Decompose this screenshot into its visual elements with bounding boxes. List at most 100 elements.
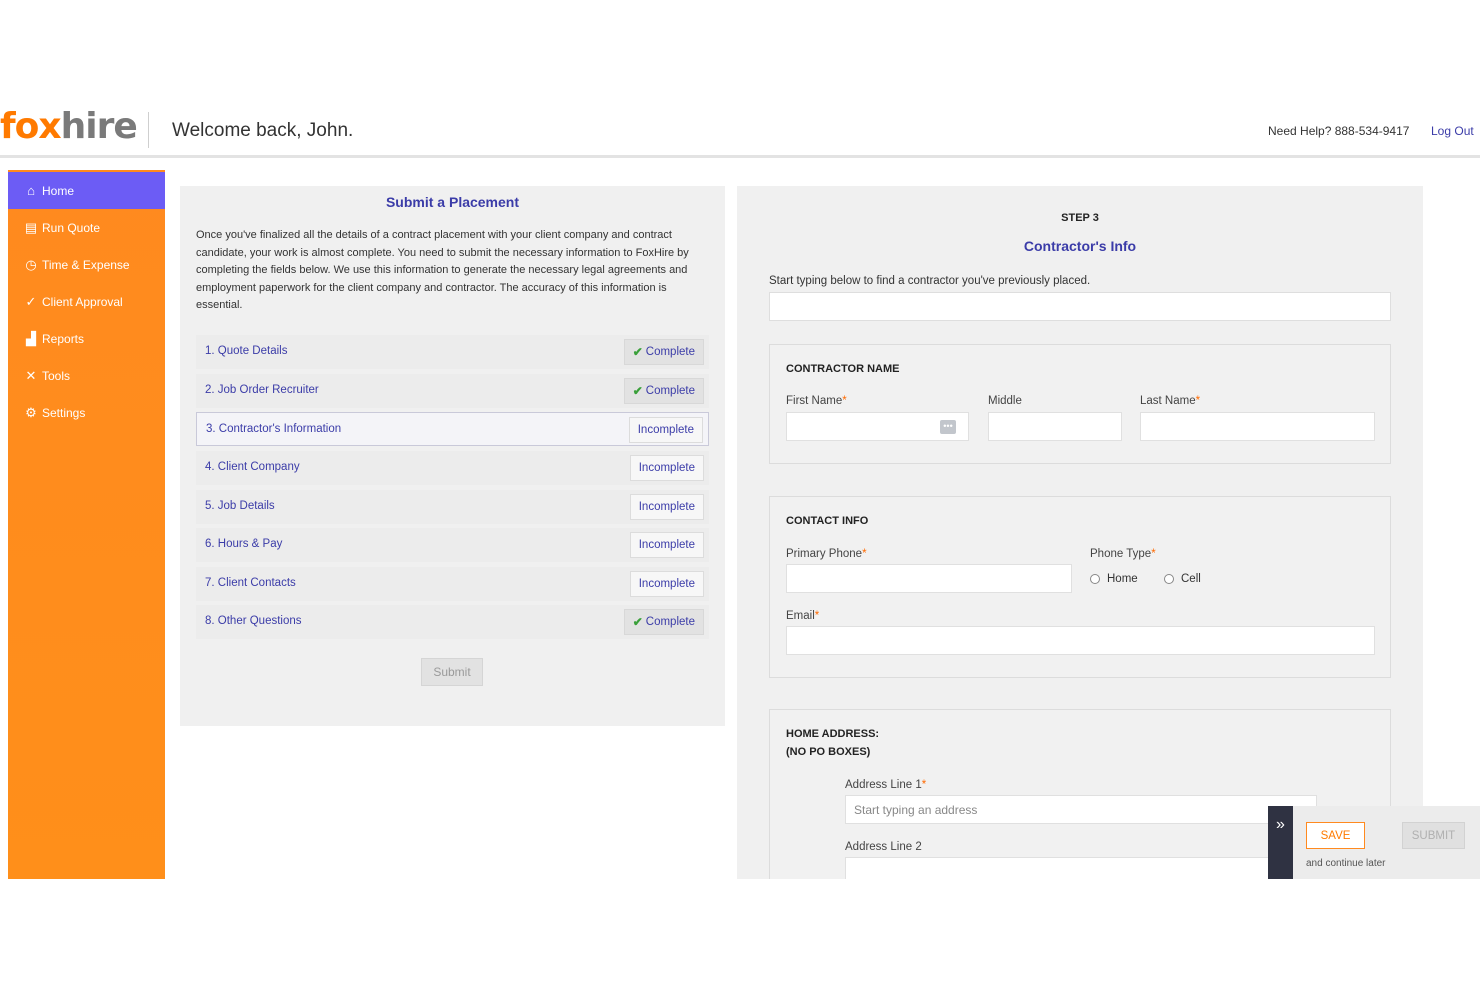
gear-icon: ⚙ xyxy=(25,404,37,420)
sidebar-item-label: Settings xyxy=(42,405,86,420)
status-text: Complete xyxy=(645,385,695,397)
first-name-label: First Name* xyxy=(786,395,847,407)
contact-info-section: CONTACT INFO Primary Phone* Phone Type* … xyxy=(769,496,1391,678)
first-name-field[interactable]: ••• xyxy=(786,412,969,441)
address-line1-field[interactable]: Start typing an address xyxy=(845,795,1317,824)
required-mark: * xyxy=(814,610,820,622)
step-label: 3. Contractor's Information xyxy=(206,423,342,435)
check-icon: ✓ xyxy=(25,293,37,309)
step-title: Contractor's Info xyxy=(1023,238,1137,254)
sidebar-item-reports[interactable]: ▟ Reports xyxy=(8,320,165,357)
phone-type-home-radio[interactable]: Home xyxy=(1090,573,1138,585)
step-row-other-questions[interactable]: 8. Other Questions ✔ Complete xyxy=(196,605,709,639)
sidebar-item-run-quote[interactable]: ▤ Run Quote xyxy=(8,209,165,246)
step-label: 1. Quote Details xyxy=(205,345,288,357)
status-text: Complete xyxy=(645,616,695,628)
email-label: Email* xyxy=(786,610,819,622)
phone-type-cell-radio[interactable]: Cell xyxy=(1164,573,1201,585)
logo-fox-text: fox xyxy=(0,106,62,147)
sidebar-item-label: Time & Expense xyxy=(42,257,130,272)
section-subtitle: (NO PO BOXES) xyxy=(786,746,871,758)
contractor-search-hint: Start typing below to find a contractor … xyxy=(769,275,1091,287)
last-name-field[interactable] xyxy=(1140,412,1375,441)
help-phone: Need Help? 888-534-9417 xyxy=(1268,124,1410,138)
bar-chart-icon: ▟ xyxy=(26,330,36,346)
sidebar-item-label: Tools xyxy=(42,368,71,383)
sidebar-item-settings[interactable]: ⚙ Settings xyxy=(8,394,165,431)
sidebar-item-home[interactable]: ⌂ Home xyxy=(8,172,165,209)
step-row-client-contacts[interactable]: 7. Client Contacts Incomplete xyxy=(196,567,709,601)
email-field[interactable] xyxy=(786,626,1375,655)
primary-phone-field[interactable] xyxy=(786,564,1072,593)
phone-type-label-text: Phone Type xyxy=(1090,548,1152,560)
required-mark: * xyxy=(1151,548,1156,560)
section-title: HOME ADDRESS: xyxy=(786,728,880,740)
address-line1-label-text: Address Line 1 xyxy=(845,779,922,791)
step-row-quote-details[interactable]: 1. Quote Details ✔ Complete xyxy=(196,335,709,369)
sidebar: ⌂ Home ▤ Run Quote ◷ Time & Expense ✓ Cl… xyxy=(8,170,165,879)
phone-type-label: Phone Type* xyxy=(1090,548,1156,560)
checkmark-icon: ✔ xyxy=(632,615,643,629)
step-label: 7. Client Contacts xyxy=(205,577,296,589)
primary-phone-label-text: Primary Phone xyxy=(786,548,863,560)
contractor-info-panel: STEP 3 Contractor's Info Start typing be… xyxy=(737,186,1423,879)
contractor-name-section: CONTRACTOR NAME First Name* ••• Middle L… xyxy=(769,344,1391,464)
step-label: 2. Job Order Recruiter xyxy=(205,384,319,396)
floating-save-bar: » SAVE SUBMIT and continue later xyxy=(1268,806,1480,879)
step-label: 8. Other Questions xyxy=(205,615,302,627)
panel-title: Submit a Placement xyxy=(385,194,520,210)
sidebar-item-client-approval[interactable]: ✓ Client Approval xyxy=(8,283,165,320)
step-number: STEP 3 xyxy=(1061,212,1099,224)
more-options-icon[interactable]: ••• xyxy=(940,420,956,434)
sidebar-item-tools[interactable]: ✕ Tools xyxy=(8,357,165,394)
logout-link[interactable]: Log Out xyxy=(1431,124,1474,138)
address-placeholder: Start typing an address xyxy=(854,802,978,817)
step-row-contractors-information[interactable]: 3. Contractor's Information Incomplete xyxy=(196,412,709,446)
checkmark-icon: ✔ xyxy=(632,384,643,398)
sidebar-item-label: Run Quote xyxy=(42,220,101,235)
status-badge: ✔ Complete xyxy=(623,378,704,404)
status-badge: Incomplete xyxy=(629,571,704,597)
address-line2-field[interactable] xyxy=(845,857,1317,879)
status-badge: ✔ Complete xyxy=(623,339,704,365)
section-title: CONTACT INFO xyxy=(786,515,869,527)
collapse-chevron-icon[interactable]: » xyxy=(1268,806,1293,879)
step-row-client-company[interactable]: 4. Client Company Incomplete xyxy=(196,451,709,485)
home-icon: ⌂ xyxy=(27,183,35,198)
status-badge: Incomplete xyxy=(629,494,704,520)
logo-hire-text: hire xyxy=(60,106,138,147)
email-label-text: Email xyxy=(786,610,815,622)
radio-circle-icon xyxy=(1164,574,1174,584)
step-row-job-details[interactable]: 5. Job Details Incomplete xyxy=(196,490,709,524)
save-button[interactable]: SAVE xyxy=(1306,822,1365,849)
submit-placement-button[interactable]: Submit xyxy=(421,658,483,686)
save-later-text: and continue later xyxy=(1306,858,1386,869)
status-text: Complete xyxy=(645,346,695,358)
intro-text: Once you've finalized all the details of… xyxy=(196,229,689,312)
step-row-hours-pay[interactable]: 6. Hours & Pay Incomplete xyxy=(196,528,709,562)
address-line2-label: Address Line 2 xyxy=(845,841,922,853)
step-label: 6. Hours & Pay xyxy=(205,538,283,550)
primary-phone-label: Primary Phone* xyxy=(786,548,867,560)
foxhire-logo[interactable]: foxhire xyxy=(0,106,138,147)
clock-icon: ◷ xyxy=(25,256,37,272)
tools-icon: ✕ xyxy=(25,367,37,383)
required-mark: * xyxy=(1195,395,1201,407)
checkmark-icon: ✔ xyxy=(632,345,643,359)
welcome-message: Welcome back, John. xyxy=(172,120,354,141)
status-badge: Incomplete xyxy=(629,532,704,558)
radio-label: Cell xyxy=(1181,573,1201,585)
contractor-search-input[interactable] xyxy=(769,292,1391,321)
step-row-job-order-recruiter[interactable]: 2. Job Order Recruiter ✔ Complete xyxy=(196,374,709,408)
step-label: 4. Client Company xyxy=(205,461,300,473)
required-mark: * xyxy=(842,395,847,407)
last-name-label-text: Last Name xyxy=(1140,395,1196,407)
required-mark: * xyxy=(921,779,927,791)
middle-name-field[interactable] xyxy=(988,412,1122,441)
address-line1-label: Address Line 1* xyxy=(845,779,926,791)
sidebar-item-time-expense[interactable]: ◷ Time & Expense xyxy=(8,246,165,283)
sidebar-item-label: Home xyxy=(42,183,75,198)
submit-button[interactable]: SUBMIT xyxy=(1402,822,1465,849)
last-name-label: Last Name* xyxy=(1140,395,1200,407)
document-icon: ▤ xyxy=(24,219,38,235)
